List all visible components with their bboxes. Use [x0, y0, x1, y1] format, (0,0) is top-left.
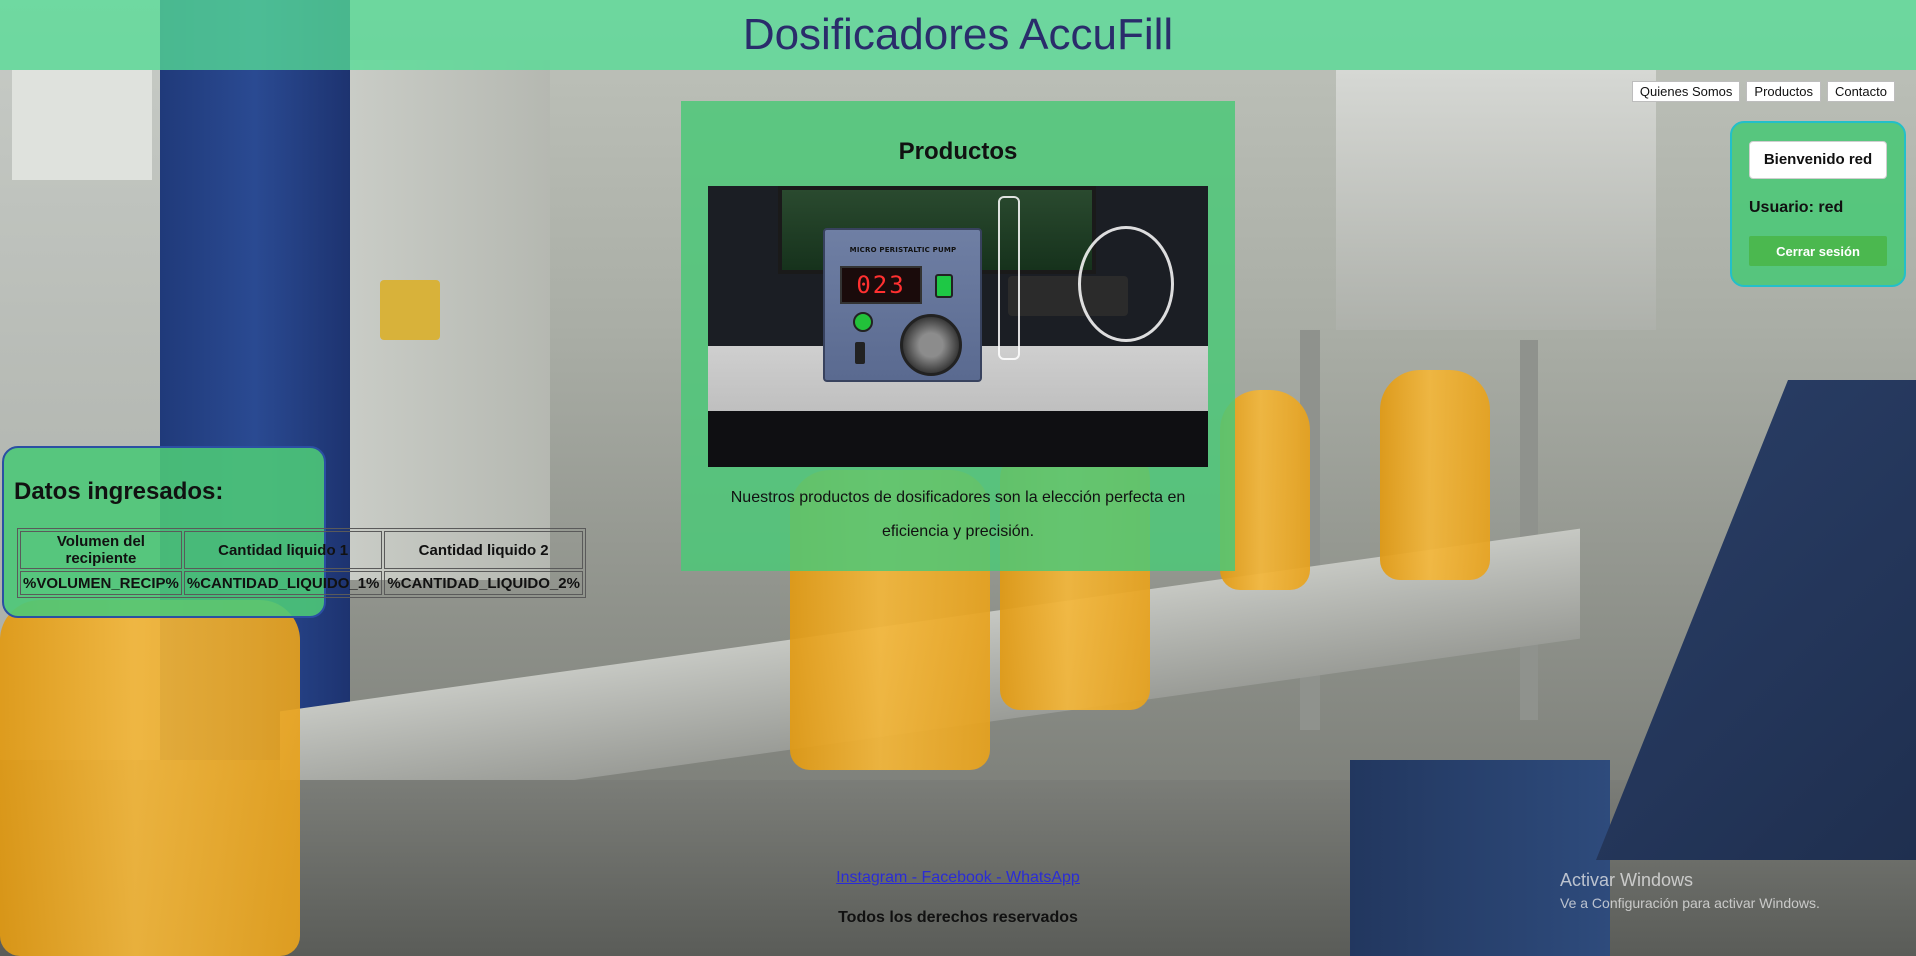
pump-head [900, 314, 962, 376]
cell-liquido-2: %CANTIDAD_LIQUIDO_2% [384, 571, 583, 595]
nav-contacto[interactable]: Contacto [1826, 81, 1895, 102]
welcome-badge: Bienvenido red [1749, 141, 1887, 179]
pump-display: 023 [840, 266, 922, 304]
product-photo: MICRO PERISTALTIC PUMP 023 [708, 186, 1208, 467]
background-frame [1596, 380, 1916, 860]
background-bottle [1380, 370, 1490, 580]
watermark-title: Activar Windows [1560, 870, 1694, 890]
productos-title: Productos [898, 138, 1018, 165]
pump-label: MICRO PERISTALTIC PUMP [849, 246, 957, 254]
site-header: Dosificadores AccuFill [0, 0, 1916, 70]
social-links[interactable]: Instagram - Facebook - WhatsApp [836, 869, 1080, 886]
productos-card: Productos MICRO PERISTALTIC PUMP 023 Nue… [681, 101, 1235, 571]
background-bottle [0, 600, 300, 956]
photo-shadow [708, 411, 1208, 467]
nav-quienes-somos[interactable]: Quienes Somos [1631, 81, 1741, 102]
datos-ingresados-panel: Datos ingresados: Volumen del recipiente… [2, 446, 586, 618]
logout-button[interactable]: Cerrar sesión [1749, 236, 1887, 266]
background-yellow-switch [380, 280, 440, 340]
table-row: %VOLUMEN_RECIP% %CANTIDAD_LIQUIDO_1% %CA… [20, 571, 583, 595]
column-header-liquido-1: Cantidad liquido 1 [183, 531, 383, 569]
column-header-liquido-2: Cantidad liquido 2 [384, 531, 583, 569]
datos-table: Volumen del recipiente Cantidad liquido … [17, 528, 586, 598]
nav-productos[interactable]: Productos [1746, 81, 1821, 102]
user-panel: Bienvenido red Usuario: red Cerrar sesió… [1730, 121, 1906, 287]
photo-tube [998, 196, 1020, 360]
background-rail [1520, 340, 1538, 720]
site-title: Dosificadores AccuFill [742, 10, 1174, 59]
windows-activation-watermark: Activar Windows Ve a Configuración para … [1560, 870, 1820, 911]
cell-volumen: %VOLUMEN_RECIP% [20, 571, 182, 595]
productos-description: Nuestros productos de dosificadores son … [730, 489, 1186, 540]
table-header-row: Volumen del recipiente Cantidad liquido … [20, 531, 583, 569]
background-label-panel [12, 70, 152, 180]
peristaltic-pump: MICRO PERISTALTIC PUMP 023 [823, 228, 982, 382]
top-nav: Quienes Somos Productos Contacto [1631, 81, 1895, 102]
cell-liquido-1: %CANTIDAD_LIQUIDO_1% [183, 571, 383, 595]
watermark-subtitle: Ve a Configuración para activar Windows. [1560, 895, 1820, 911]
column-header-volumen: Volumen del recipiente [20, 531, 182, 569]
footer-rights: Todos los derechos reservados [838, 909, 1078, 926]
background-filling-machine [1336, 70, 1656, 330]
pump-led [935, 274, 953, 298]
pump-knob [853, 312, 873, 332]
pump-switch [855, 342, 865, 364]
photo-coil [1078, 226, 1174, 342]
username-label: Usuario: red [1749, 199, 1844, 216]
datos-title: Datos ingresados: [14, 478, 224, 505]
